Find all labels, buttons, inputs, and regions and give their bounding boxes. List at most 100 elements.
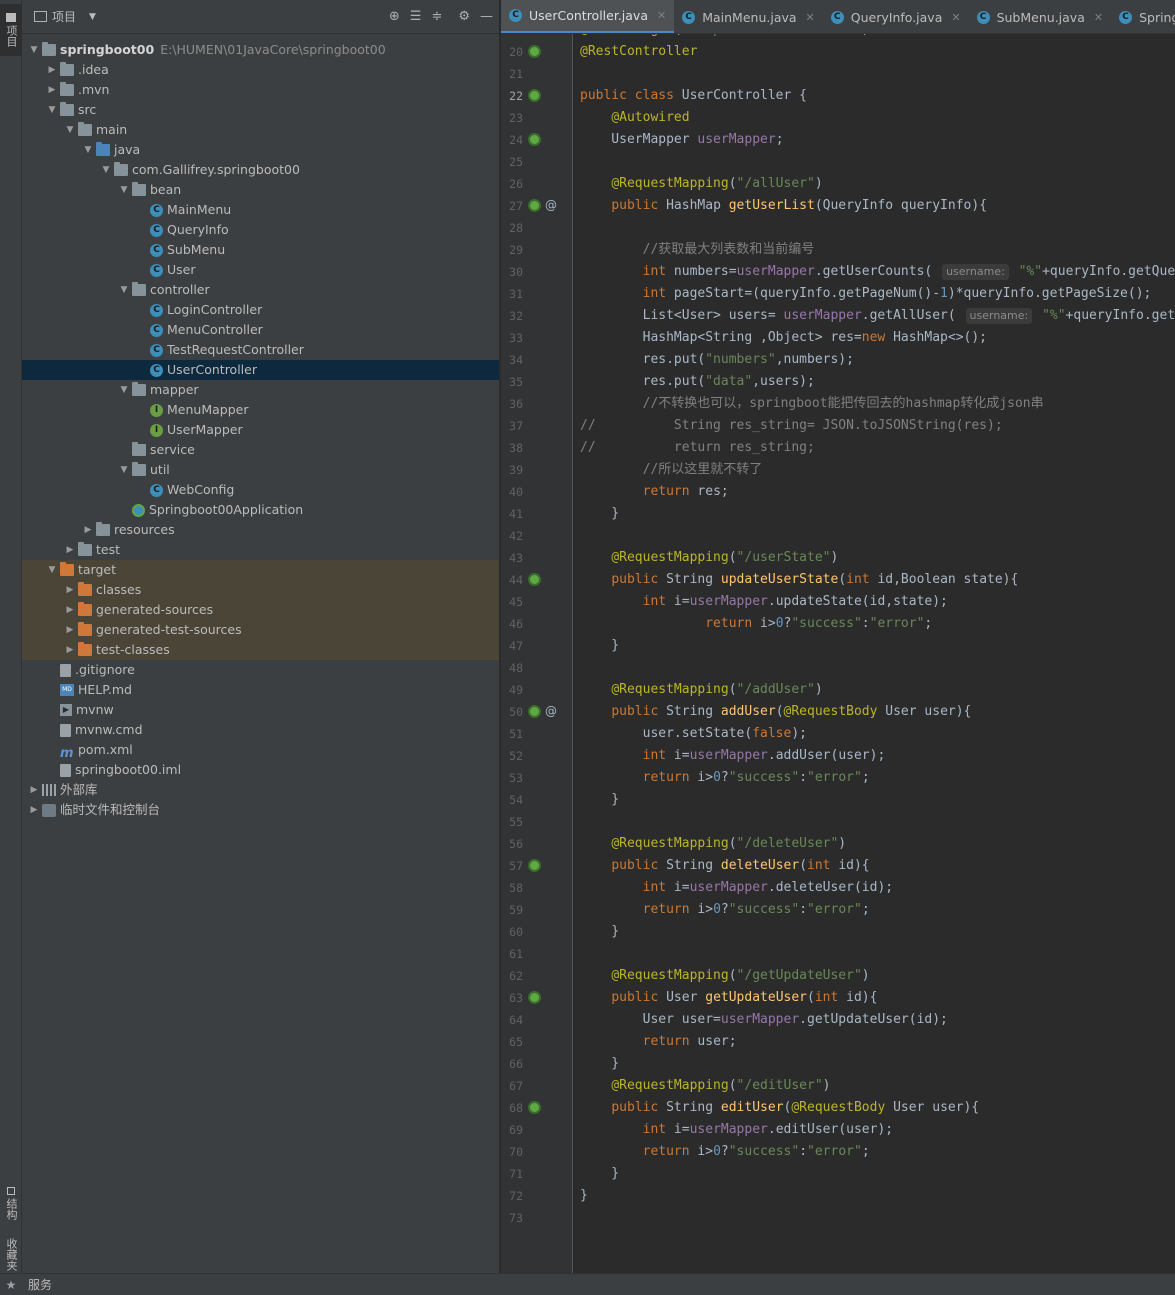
spring-bean-icon[interactable] xyxy=(528,705,541,718)
tree-item[interactable]: ▼ springboot00 E:\HUMEN\01JavaCore\springb… xyxy=(22,40,499,60)
chevron-right-icon[interactable]: ▶ xyxy=(26,780,42,800)
tree-item[interactable]: ▶ 临时文件和控制台 xyxy=(22,800,499,820)
expand-all-icon[interactable]: ☰ xyxy=(410,9,422,24)
tree-item[interactable]: ▼ mapper xyxy=(22,380,499,400)
executable-icon: ▶ xyxy=(60,704,72,716)
tree-item[interactable]: Springboot00Application xyxy=(22,500,499,520)
tree-item[interactable]: ▶ .mvn xyxy=(22,80,499,100)
editor-tab[interactable]: C QueryInfo.java ✕ xyxy=(823,0,969,33)
tree-item[interactable]: ▶ test xyxy=(22,540,499,560)
project-tool-tab[interactable]: 项目 xyxy=(0,4,22,56)
tree-item[interactable]: ▶ 外部库 xyxy=(22,780,499,800)
locate-icon[interactable]: ⊕ xyxy=(389,9,400,24)
chevron-right-icon[interactable]: ▶ xyxy=(44,80,60,100)
chevron-down-icon[interactable]: ▼ xyxy=(26,40,42,60)
code-editor[interactable]: 19 20 21 22 23 24 25 26 27 @28 29 30 31 32 33 34 35 36 37 3… xyxy=(501,34,1175,1273)
hide-icon[interactable]: — xyxy=(480,9,493,24)
close-icon[interactable]: ✕ xyxy=(806,11,815,24)
tree-item[interactable]: ▼ src xyxy=(22,100,499,120)
chevron-down-icon[interactable]: ▼ xyxy=(116,280,132,300)
chevron-down-icon[interactable]: ▼ xyxy=(62,120,78,140)
tree-item[interactable]: springboot00.iml xyxy=(22,760,499,780)
close-icon[interactable]: ✕ xyxy=(657,9,666,22)
tree-item[interactable]: ▼ java xyxy=(22,140,499,160)
chevron-down-icon[interactable]: ▼ xyxy=(98,160,114,180)
tree-item[interactable]: service xyxy=(22,440,499,460)
project-panel-title: 项目 xyxy=(52,10,77,24)
tree-item[interactable]: I MenuMapper xyxy=(22,400,499,420)
chevron-right-icon[interactable]: ▶ xyxy=(62,600,78,620)
tree-item[interactable]: mvnw.cmd xyxy=(22,720,499,740)
spring-bean-icon[interactable] xyxy=(528,1101,541,1114)
tree-item[interactable]: .gitignore xyxy=(22,660,499,680)
tree-item[interactable]: ▼ com.Gallifrey.springboot00 xyxy=(22,160,499,180)
tree-item[interactable]: ▼ util xyxy=(22,460,499,480)
collapse-all-icon[interactable]: ≑ xyxy=(431,9,442,24)
tree-item[interactable]: ▼ bean xyxy=(22,180,499,200)
chevron-right-icon[interactable]: ▶ xyxy=(62,640,78,660)
tree-item[interactable]: ▼ target xyxy=(22,560,499,580)
structure-tool-tab[interactable]: 结构 xyxy=(0,1180,22,1226)
tree-item[interactable]: C WebConfig xyxy=(22,480,499,500)
tree-item[interactable]: C TestRequestController xyxy=(22,340,499,360)
tree-item[interactable]: C MainMenu xyxy=(22,200,499,220)
line-number: 22 xyxy=(509,89,523,103)
chevron-right-icon[interactable]: ▶ xyxy=(80,520,96,540)
editor-tab[interactable]: C UserController.java ✕ xyxy=(501,0,675,33)
favorites-tool-tab[interactable]: 收藏夹 xyxy=(0,1236,22,1272)
tree-item-label: util xyxy=(150,462,170,477)
project-view-selector[interactable]: 项目 ▼ xyxy=(34,8,96,25)
chevron-down-icon[interactable]: ▼ xyxy=(116,460,132,480)
tree-item[interactable]: ▶ .idea xyxy=(22,60,499,80)
tree-item[interactable]: I UserMapper xyxy=(22,420,499,440)
chevron-right-icon[interactable]: ▶ xyxy=(44,60,60,80)
chevron-right-icon[interactable]: ▶ xyxy=(62,540,78,560)
chevron-right-icon[interactable]: ▶ xyxy=(26,800,42,820)
line-number: 72 xyxy=(509,1189,523,1203)
editor-tab[interactable]: C Springboot00 xyxy=(1111,0,1175,33)
excluded-folder-icon xyxy=(78,602,92,616)
spring-bean-icon[interactable] xyxy=(528,859,541,872)
chevron-down-icon[interactable]: ▼ xyxy=(80,140,96,160)
tree-item[interactable]: C MenuController xyxy=(22,320,499,340)
tree-item[interactable]: C User xyxy=(22,260,499,280)
close-icon[interactable]: ✕ xyxy=(1094,11,1103,24)
services-tool-tab[interactable]: 服务 xyxy=(28,1276,52,1293)
code-area[interactable]: @CrossOrigin("http://localhost:8080") @Re… xyxy=(580,34,1175,1273)
spring-bean-icon[interactable] xyxy=(528,133,541,146)
line-number: 35 xyxy=(509,375,523,389)
tree-item[interactable]: ▼ main xyxy=(22,120,499,140)
tree-item-label: MainMenu xyxy=(167,202,232,217)
tree-item[interactable]: C UserController xyxy=(22,360,499,380)
chevron-down-icon[interactable]: ▼ xyxy=(44,100,60,120)
editor-tab[interactable]: C MainMenu.java ✕ xyxy=(674,0,823,33)
tree-item[interactable]: C LoginController xyxy=(22,300,499,320)
spring-bean-icon[interactable] xyxy=(528,199,541,212)
spring-bean-icon[interactable] xyxy=(528,45,541,58)
close-icon[interactable]: ✕ xyxy=(951,11,960,24)
chevron-right-icon[interactable]: ▶ xyxy=(62,580,78,600)
tree-item[interactable]: ▶ generated-sources xyxy=(22,600,499,620)
chevron-down-icon[interactable]: ▼ xyxy=(116,180,132,200)
chevron-down-icon[interactable]: ▼ xyxy=(116,380,132,400)
tree-item[interactable]: ▶ test-classes xyxy=(22,640,499,660)
editor-tab[interactable]: C SubMenu.java ✕ xyxy=(969,0,1112,33)
tree-item[interactable]: m pom.xml xyxy=(22,740,499,761)
tree-item[interactable]: ▶ mvnw xyxy=(22,700,499,720)
spring-bean-icon[interactable] xyxy=(528,89,541,102)
request-mapping-icon[interactable]: @ xyxy=(545,198,557,212)
tree-item[interactable]: C SubMenu xyxy=(22,240,499,260)
tree-item[interactable]: C QueryInfo xyxy=(22,220,499,240)
tree-item[interactable]: ▼ controller xyxy=(22,280,499,300)
tree-item[interactable]: ▶ resources xyxy=(22,520,499,540)
tree-item[interactable]: MD HELP.md xyxy=(22,680,499,700)
line-number: 41 xyxy=(509,507,523,521)
gear-icon[interactable]: ⚙ xyxy=(458,9,470,24)
request-mapping-icon[interactable]: @ xyxy=(545,704,557,718)
spring-bean-icon[interactable] xyxy=(528,991,541,1004)
tree-item[interactable]: ▶ generated-test-sources xyxy=(22,620,499,640)
spring-bean-icon[interactable] xyxy=(528,573,541,586)
chevron-right-icon[interactable]: ▶ xyxy=(62,620,78,640)
chevron-down-icon[interactable]: ▼ xyxy=(44,560,60,580)
tree-item[interactable]: ▶ classes xyxy=(22,580,499,600)
